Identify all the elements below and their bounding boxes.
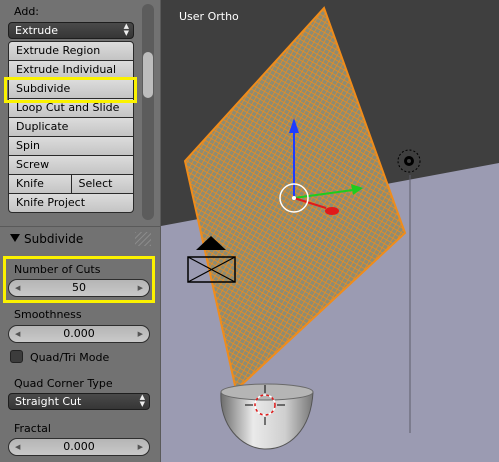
spin-button[interactable]: Spin [8, 136, 134, 156]
drag-grip-icon[interactable] [135, 232, 151, 246]
decrement-arrow-icon[interactable]: ◀ [15, 326, 20, 342]
duplicate-button[interactable]: Duplicate [8, 117, 134, 137]
smoothness-value: 0.000 [63, 327, 95, 340]
extrude-region-button[interactable]: Extrude Region [8, 41, 134, 61]
fractal-field[interactable]: ◀ 0.000 ▶ [8, 438, 150, 456]
quad-corner-type-dropdown[interactable]: Straight Cut ▲ ▼ [8, 393, 150, 410]
knife-button[interactable]: Knife [8, 174, 72, 194]
quad-tri-mode-label: Quad/Tri Mode [30, 351, 110, 364]
knife-select-row: Knife Select [8, 174, 134, 194]
quad-tri-mode-checkbox[interactable] [10, 350, 23, 363]
viewport-scene[interactable] [161, 0, 499, 462]
collapse-triangle-icon[interactable] [10, 234, 20, 242]
operator-panel-header[interactable]: Subdivide [0, 227, 160, 251]
viewport-title: User Ortho [179, 10, 239, 23]
add-label: Add: [14, 5, 40, 18]
tool-shelf-scrollbar[interactable] [142, 4, 154, 220]
fractal-label: Fractal [14, 422, 51, 435]
increment-arrow-icon[interactable]: ▶ [138, 326, 143, 342]
add-type-dropdown[interactable]: Extrude ▲ ▼ [8, 22, 134, 39]
operator-panel-title: Subdivide [24, 232, 84, 246]
add-type-dropdown-value: Extrude [15, 24, 59, 37]
3d-viewport[interactable]: User Ortho [161, 0, 499, 462]
updown-arrows-icon: ▲ ▼ [123, 22, 129, 37]
smoothness-label: Smoothness [14, 308, 82, 321]
decrement-arrow-icon[interactable]: ◀ [15, 439, 20, 455]
scrollbar-thumb[interactable] [143, 52, 153, 98]
knife-project-button[interactable]: Knife Project [8, 193, 134, 213]
quad-corner-type-value: Straight Cut [15, 395, 82, 408]
knife-select-button[interactable]: Select [70, 174, 134, 194]
increment-arrow-icon[interactable]: ▶ [138, 439, 143, 455]
smoothness-field[interactable]: ◀ 0.000 ▶ [8, 325, 150, 343]
screw-button[interactable]: Screw [8, 155, 134, 175]
subdivide-highlight [4, 77, 137, 103]
mesh-tools-buttons: Extrude Region Extrude Individual Subdiv… [8, 41, 134, 213]
blender-window: Add: Extrude ▲ ▼ Extrude Region Extrude I… [0, 0, 499, 462]
fractal-value: 0.000 [63, 440, 95, 453]
updown-arrows-icon: ▲ ▼ [139, 393, 145, 408]
tool-shelf: Add: Extrude ▲ ▼ Extrude Region Extrude I… [0, 0, 161, 462]
number-of-cuts-highlight [3, 256, 155, 303]
quad-corner-type-label: Quad Corner Type [14, 377, 113, 390]
